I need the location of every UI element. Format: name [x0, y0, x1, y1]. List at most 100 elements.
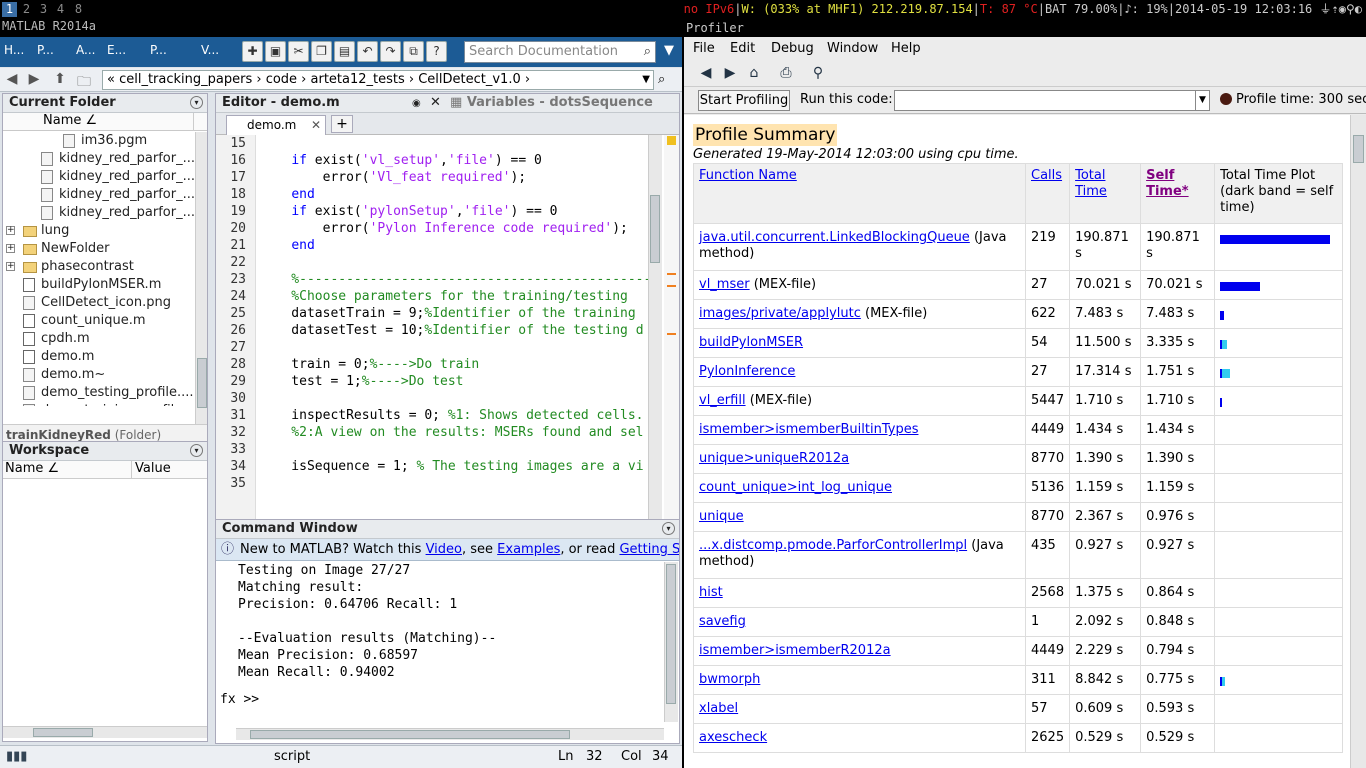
- list-item[interactable]: + phasecontrast: [3, 258, 195, 276]
- code-line[interactable]: 28 train = 0;%---->Do train: [216, 356, 648, 373]
- report-scrollbar[interactable]: [1350, 115, 1366, 768]
- panel-actions-icon[interactable]: ▾: [190, 96, 203, 109]
- tab-publish[interactable]: P...: [150, 43, 167, 63]
- code-line[interactable]: 18 end: [216, 186, 648, 203]
- back-icon[interactable]: ◀: [2, 71, 22, 89]
- save-icon[interactable]: ▣: [265, 41, 286, 62]
- list-item[interactable]: kidney_red_parfor_...: [3, 168, 195, 186]
- list-item[interactable]: count_unique.m: [3, 312, 195, 330]
- workspace-3[interactable]: 3: [36, 2, 51, 17]
- sort-function-link[interactable]: Function Name: [699, 168, 797, 183]
- function-link[interactable]: unique: [699, 509, 744, 524]
- video-link[interactable]: Video: [426, 542, 462, 557]
- function-link[interactable]: java.util.concurrent.LinkedBlockingQueue: [699, 230, 970, 245]
- function-link[interactable]: ismember>ismemberBuiltinTypes: [699, 422, 918, 437]
- switch-windows-icon[interactable]: ⧉: [403, 41, 424, 62]
- warning-indicator-icon[interactable]: [667, 136, 676, 145]
- search-icon[interactable]: ⌕: [644, 42, 651, 62]
- menu-help[interactable]: Help: [891, 38, 921, 60]
- tab-editor[interactable]: E...: [107, 43, 126, 63]
- command-prompt[interactable]: fx >>: [220, 692, 259, 707]
- undo-icon[interactable]: ↶: [357, 41, 378, 62]
- variables-tab[interactable]: ▦ Variables - dotsSequence: [450, 94, 653, 112]
- menu-window[interactable]: Window: [827, 38, 878, 60]
- tab-demo-m[interactable]: demo.m ✕: [226, 115, 326, 135]
- back-icon[interactable]: ◀: [696, 65, 716, 83]
- column-name[interactable]: Name ∠: [5, 461, 59, 476]
- sort-calls-link[interactable]: Calls: [1031, 168, 1062, 183]
- expand-icon[interactable]: +: [6, 244, 15, 253]
- code-line[interactable]: 32 %2:A view on the results: MSERs found…: [216, 424, 648, 441]
- close-icon[interactable]: ✕: [430, 94, 441, 112]
- scroll-thumb[interactable]: [1353, 135, 1364, 163]
- panel-actions-icon[interactable]: ▾: [662, 522, 675, 535]
- expand-icon[interactable]: +: [6, 262, 15, 271]
- warning-mark[interactable]: [667, 273, 676, 275]
- code-line[interactable]: 29 test = 1;%---->Do test: [216, 373, 648, 390]
- column-value[interactable]: Value: [135, 461, 171, 476]
- code-area[interactable]: 15 16 if exist('vl_setup','file') == 0 17 …: [216, 135, 648, 533]
- up-folder-icon[interactable]: ⬆: [50, 71, 70, 89]
- getting-started-link[interactable]: Getting Star: [619, 542, 679, 557]
- list-item[interactable]: kidney_red_parfor_...: [3, 186, 195, 204]
- code-line[interactable]: 27: [216, 339, 648, 356]
- current-folder-path[interactable]: « cell_tracking_papers › code › arteta12…: [102, 70, 654, 90]
- list-item[interactable]: demo_training_profile...: [3, 402, 195, 406]
- list-item[interactable]: im36.pgm: [3, 132, 195, 150]
- scroll-thumb[interactable]: [33, 728, 93, 737]
- help-icon[interactable]: ?: [426, 41, 447, 62]
- forward-icon[interactable]: ▶: [720, 65, 740, 83]
- sort-total-link[interactable]: Total Time: [1075, 168, 1107, 199]
- new-icon[interactable]: ✚: [242, 41, 263, 62]
- list-item[interactable]: demo_testing_profile....: [3, 384, 195, 402]
- function-link[interactable]: ...x.distcomp.pmode.ParforControllerImpl: [699, 538, 967, 553]
- expand-icon[interactable]: +: [6, 226, 15, 235]
- cut-icon[interactable]: ✂: [288, 41, 309, 62]
- function-link[interactable]: axescheck: [699, 730, 767, 745]
- function-link[interactable]: images/private/applylutc: [699, 306, 861, 321]
- col-calls[interactable]: Calls: [1024, 163, 1071, 224]
- scroll-thumb[interactable]: [666, 564, 676, 704]
- new-tab-button[interactable]: +: [331, 115, 353, 133]
- list-item[interactable]: + lung: [3, 222, 195, 240]
- workspace-hscrollbar[interactable]: [3, 726, 207, 738]
- workspace-4[interactable]: 4: [53, 2, 68, 17]
- redo-icon[interactable]: ↷: [380, 41, 401, 62]
- workspace-2[interactable]: 2: [19, 2, 34, 17]
- function-link[interactable]: buildPylonMSER: [699, 335, 803, 350]
- panel-actions-icon[interactable]: ◉: [412, 95, 421, 113]
- function-link[interactable]: hist: [699, 585, 723, 600]
- folder-search-icon[interactable]: ⌕: [658, 72, 676, 90]
- examples-link[interactable]: Examples: [497, 542, 560, 557]
- scroll-thumb[interactable]: [650, 195, 660, 263]
- print-icon[interactable]: ⎙: [776, 65, 796, 83]
- warning-mark[interactable]: [667, 285, 676, 287]
- list-item[interactable]: + NewFolder: [3, 240, 195, 258]
- code-line[interactable]: 25 datasetTrain = 9;%Identifier of the t…: [216, 305, 648, 322]
- function-link[interactable]: vl_mser: [699, 277, 750, 292]
- function-link[interactable]: vl_erfill: [699, 393, 746, 408]
- start-profiling-button[interactable]: Start Profiling: [698, 90, 790, 111]
- list-item[interactable]: CellDetect_icon.png: [3, 294, 195, 312]
- code-line[interactable]: 15: [216, 135, 648, 152]
- code-line[interactable]: 34 isSequence = 1; % The testing images …: [216, 458, 648, 475]
- tab-home[interactable]: H...: [4, 43, 24, 63]
- list-item[interactable]: cpdh.m: [3, 330, 195, 348]
- function-link[interactable]: PylonInference: [699, 364, 795, 379]
- function-link[interactable]: xlabel: [699, 701, 738, 716]
- home-icon[interactable]: ⌂: [744, 65, 764, 83]
- list-item[interactable]: buildPylonMSER.m: [3, 276, 195, 294]
- chevron-down-icon[interactable]: ▼: [1195, 91, 1209, 110]
- editor-title[interactable]: Editor - demo.m: [222, 95, 340, 110]
- col-total-time[interactable]: Total Time: [1069, 163, 1142, 224]
- function-link[interactable]: count_unique>int_log_unique: [699, 480, 892, 495]
- filter-icon[interactable]: ▼: [660, 43, 678, 61]
- command-hscrollbar[interactable]: [236, 728, 664, 740]
- workspace-1[interactable]: 1: [2, 2, 17, 17]
- tab-view[interactable]: V...: [201, 43, 219, 63]
- code-line[interactable]: 31 inspectResults = 0; %1: Shows detecte…: [216, 407, 648, 424]
- function-link[interactable]: bwmorph: [699, 672, 760, 687]
- code-line[interactable]: 30: [216, 390, 648, 407]
- menu-file[interactable]: File: [693, 38, 715, 60]
- workspace-8[interactable]: 8: [71, 2, 86, 17]
